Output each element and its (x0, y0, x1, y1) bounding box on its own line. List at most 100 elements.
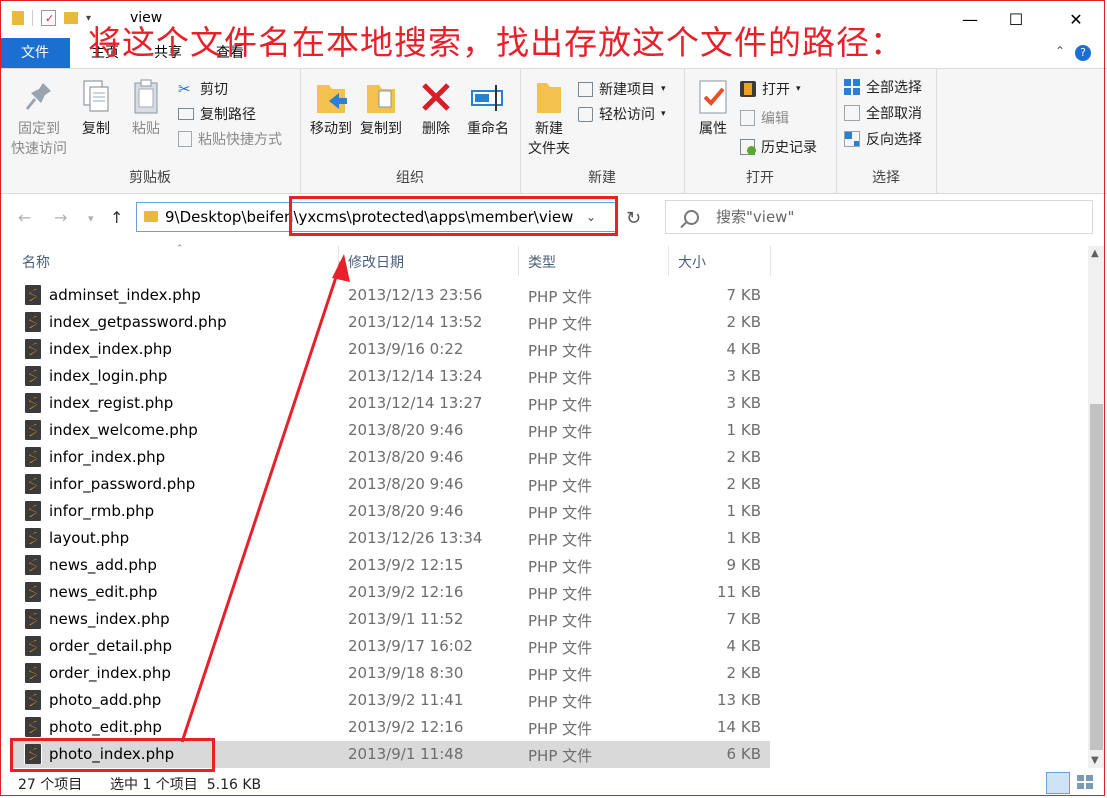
pin-label-line2: 快速访问 (11, 141, 67, 157)
file-type: PHP 文件 (528, 477, 593, 495)
file-name: index_login.php (49, 367, 168, 385)
minimize-button[interactable]: — (947, 0, 993, 38)
properties-check-icon[interactable]: ✓ (41, 10, 56, 26)
sublime-file-icon (24, 555, 42, 575)
file-size: 7 KB (726, 610, 761, 628)
sublime-file-icon (24, 528, 42, 548)
sublime-file-icon (24, 474, 42, 494)
file-row[interactable]: order_index.php 2013/9/18 8:30 PHP 文件 2 KB (12, 660, 770, 687)
folder-icon (144, 211, 158, 222)
collapse-ribbon-icon[interactable]: ⌃ (1055, 44, 1065, 58)
refresh-icon[interactable]: ↻ (626, 208, 641, 229)
file-row[interactable]: index_regist.php 2013/12/14 13:27 PHP 文件 3 … (12, 390, 770, 417)
tab-file[interactable]: 文件 (0, 38, 70, 68)
file-row[interactable]: news_edit.php 2013/9/2 12:16 PHP 文件 11 KB (12, 579, 770, 606)
select-all-button[interactable]: 全部选择 (844, 75, 922, 99)
file-row[interactable]: adminset_index.php 2013/12/13 23:56 PHP 文件… (12, 282, 770, 309)
copy-button[interactable]: 复制 (74, 77, 118, 139)
copy-to-button[interactable]: 复制到 (356, 77, 406, 139)
vertical-scrollbar[interactable]: ▲ ▼ (1088, 246, 1105, 768)
easy-access-icon (578, 106, 593, 122)
close-button[interactable]: ✕ (1053, 0, 1099, 38)
easy-access-button[interactable]: 轻松访问 ▾ (578, 102, 666, 126)
scroll-up-icon[interactable]: ▲ (1091, 248, 1099, 259)
easy-access-dropdown-icon: ▾ (661, 109, 666, 119)
delete-button[interactable]: 删除 (416, 77, 456, 139)
scroll-down-icon[interactable]: ▼ (1091, 755, 1099, 766)
recent-locations-icon[interactable]: ▾ (88, 212, 94, 225)
column-size[interactable]: 大小 (678, 252, 706, 272)
file-type: PHP 文件 (528, 396, 593, 414)
file-row[interactable]: photo_edit.php 2013/9/2 12:16 PHP 文件 14 KB (12, 714, 770, 741)
up-arrow-icon[interactable]: ↑ (110, 208, 123, 227)
select-group: 全部选择 全部取消 反向选择 选择 (836, 69, 937, 193)
copy-path-label: 复制路径 (200, 107, 256, 123)
clipboard-group-label: 剪贴板 (129, 170, 171, 186)
item-count: 27 个项目 (18, 777, 83, 793)
select-none-button[interactable]: 全部取消 (844, 101, 922, 125)
file-row[interactable]: infor_rmb.php 2013/8/20 9:46 PHP 文件 1 KB (12, 498, 770, 525)
properties-button[interactable]: 属性 (688, 77, 738, 139)
copy-path-button[interactable]: 复制路径 (178, 102, 256, 126)
file-row[interactable]: index_welcome.php 2013/8/20 9:46 PHP 文件 1 K… (12, 417, 770, 444)
file-row[interactable]: news_add.php 2013/9/2 12:15 PHP 文件 9 KB (12, 552, 770, 579)
file-date: 2013/9/2 12:15 (348, 556, 464, 574)
file-size: 2 KB (726, 448, 761, 466)
file-row[interactable]: index_getpassword.php 2013/12/14 13:52 PHP… (12, 309, 770, 336)
new-item-button[interactable]: 新建项目 ▾ (578, 77, 666, 101)
maximize-button[interactable]: ☐ (993, 0, 1039, 38)
column-divider[interactable] (668, 246, 669, 276)
file-row[interactable]: news_index.php 2013/9/1 11:52 PHP 文件 7 KB (12, 606, 770, 633)
file-date: 2013/12/14 13:24 (348, 367, 483, 385)
column-type[interactable]: 类型 (528, 252, 556, 272)
paste-shortcut-icon (178, 131, 192, 147)
file-date: 2013/8/20 9:46 (348, 421, 464, 439)
scrollbar-thumb[interactable] (1090, 404, 1103, 750)
properties-label: 属性 (699, 121, 727, 137)
sublime-file-icon (24, 663, 42, 683)
search-box[interactable]: 搜索"view" (665, 200, 1093, 234)
file-row[interactable]: layout.php 2013/12/26 13:34 PHP 文件 1 KB (12, 525, 770, 552)
forward-arrow-icon[interactable]: → (54, 208, 67, 227)
move-to-button[interactable]: 移动到 (306, 77, 356, 139)
new-folder-button[interactable]: 新建 文件夹 (524, 77, 574, 159)
file-date: 2013/9/18 8:30 (348, 664, 464, 682)
column-divider[interactable] (770, 246, 771, 276)
file-row[interactable]: photo_add.php 2013/9/2 11:41 PHP 文件 13 KB (12, 687, 770, 714)
paste-button[interactable]: 粘贴 (124, 77, 168, 139)
pin-quick-access-button[interactable]: 固定到 快速访问 (8, 77, 70, 159)
new-item-icon (578, 81, 593, 97)
file-date: 2013/8/20 9:46 (348, 502, 464, 520)
cut-button[interactable]: ✂ 剪切 (178, 77, 228, 101)
paste-shortcut-button[interactable]: 粘贴快捷方式 (178, 127, 282, 151)
column-divider[interactable] (518, 246, 519, 276)
file-row[interactable]: order_detail.php 2013/9/17 16:02 PHP 文件 4 K… (12, 633, 770, 660)
back-arrow-icon[interactable]: ← (18, 208, 31, 227)
file-date: 2013/8/20 9:46 (348, 448, 464, 466)
open-group-label: 打开 (746, 170, 774, 186)
large-icons-view-icon[interactable] (1074, 772, 1096, 792)
help-icon[interactable]: ? (1075, 45, 1091, 61)
file-name: order_index.php (49, 664, 171, 682)
file-size: 3 KB (726, 394, 761, 412)
file-row[interactable]: infor_password.php 2013/8/20 9:46 PHP 文件 2 … (12, 471, 770, 498)
new-item-label: 新建项目 (599, 82, 655, 98)
rename-button[interactable]: 重命名 (462, 77, 514, 139)
sublime-file-icon (24, 285, 42, 305)
edit-button[interactable]: 编辑 (740, 106, 789, 130)
history-button[interactable]: 历史记录 (740, 135, 817, 159)
invert-selection-button[interactable]: 反向选择 (844, 127, 922, 151)
copy-to-icon (363, 77, 399, 117)
file-row[interactable]: infor_index.php 2013/8/20 9:46 PHP 文件 2 KB (12, 444, 770, 471)
file-type: PHP 文件 (528, 558, 593, 576)
new-folder-icon[interactable] (64, 12, 78, 24)
sublime-file-icon (24, 393, 42, 413)
file-row[interactable]: index_index.php 2013/9/16 0:22 PHP 文件 4 KB (12, 336, 770, 363)
file-date: 2013/9/1 11:48 (348, 745, 464, 763)
column-divider[interactable] (338, 246, 339, 276)
details-view-icon[interactable] (1046, 772, 1070, 794)
column-date[interactable]: 修改日期 (348, 252, 404, 272)
open-button[interactable]: 打开 ▾ (740, 77, 801, 101)
file-row[interactable]: index_login.php 2013/12/14 13:24 PHP 文件 3 K… (12, 363, 770, 390)
organize-group: 移动到 复制到 删除 重命名 组织 (300, 69, 521, 193)
